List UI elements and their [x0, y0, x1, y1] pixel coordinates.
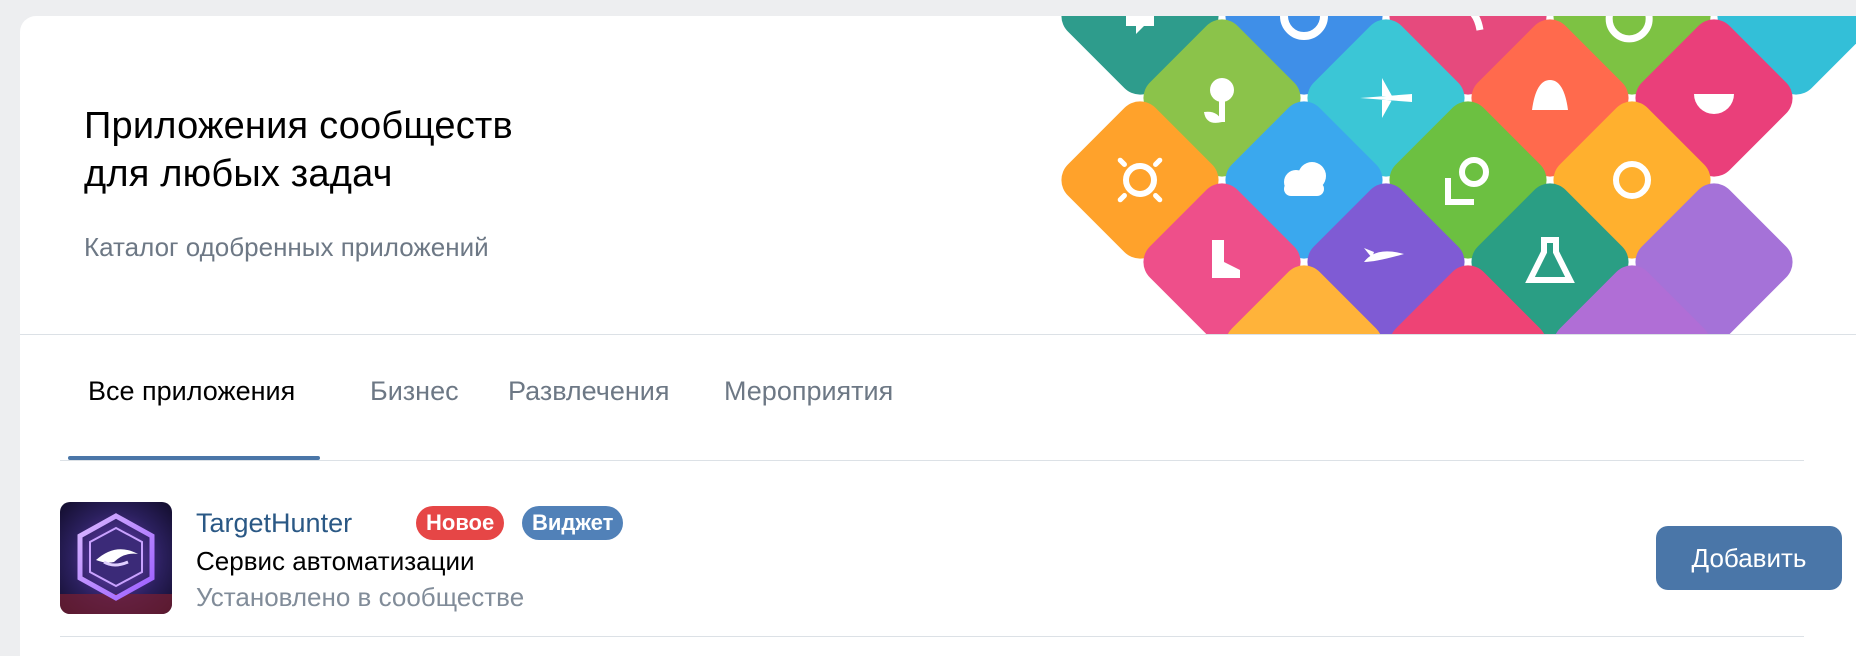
app-list-item[interactable]: TargetHunter Новое Виджет Сервис автомат…: [60, 460, 1842, 637]
app-tiles-illustration: [1061, 16, 1856, 334]
widget-badge: Виджет: [522, 506, 624, 540]
targethunter-logo-icon: [60, 502, 172, 614]
app-install-status: Установлено в сообществе: [196, 582, 525, 612]
tab-all-apps[interactable]: Все приложения: [88, 376, 295, 407]
tab-business[interactable]: Бизнес: [370, 376, 459, 407]
category-tabs: Все приложения Бизнес Развлечения Меропр…: [60, 334, 1804, 461]
new-badge: Новое: [416, 506, 505, 540]
hero-title-line-1: Приложения сообществ: [84, 105, 513, 147]
app-description: Сервис автоматизации: [196, 546, 475, 576]
tab-entertainment[interactable]: Развлечения: [508, 376, 670, 407]
app-name-link[interactable]: TargetHunter: [196, 508, 352, 539]
hero-title-line-2: для любых задач: [84, 153, 393, 195]
hero-title: Приложения сообществ для любых задач: [84, 102, 513, 198]
hero-subtitle: Каталог одобренных приложений: [84, 232, 489, 262]
add-app-button[interactable]: Добавить: [1656, 526, 1842, 590]
catalog-hero-banner: Приложения сообществ для любых задач Кат…: [20, 16, 1856, 335]
app-logo[interactable]: [60, 502, 172, 614]
apps-catalog-card: Приложения сообществ для любых задач Кат…: [20, 16, 1856, 656]
tab-events[interactable]: Мероприятия: [724, 376, 893, 407]
